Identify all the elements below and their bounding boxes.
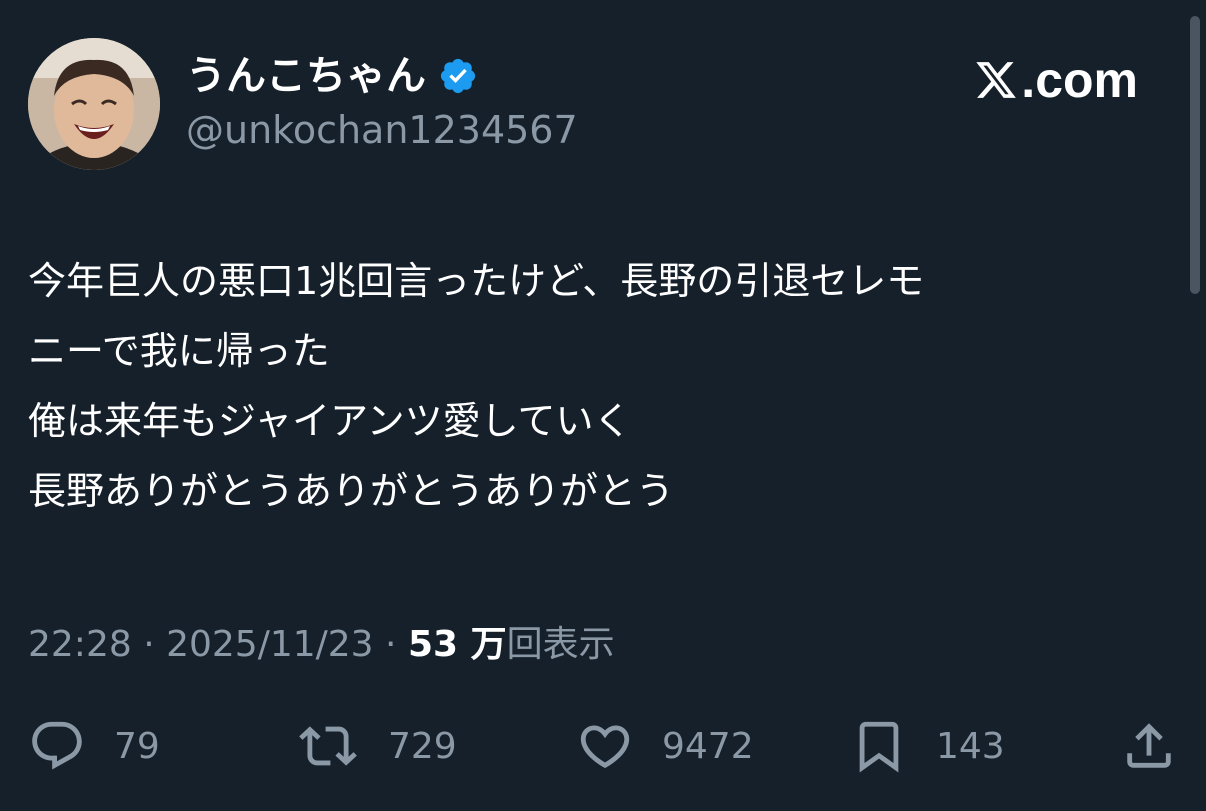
share-button[interactable] bbox=[1120, 716, 1178, 776]
views-label: 回表示 bbox=[506, 624, 615, 665]
avatar-photo-icon bbox=[28, 38, 160, 170]
post-text-line: ニーで我に帰った bbox=[28, 329, 330, 373]
x-com-logo: .com bbox=[973, 52, 1138, 108]
post-date[interactable]: 2025/11/23 bbox=[166, 624, 374, 665]
tweet-card: うんこちゃん @unkochan1234567 .com 今年巨人の悪口1兆回言… bbox=[0, 0, 1206, 811]
display-name-text: うんこちゃん bbox=[186, 53, 426, 99]
views-count[interactable]: 53 万 bbox=[408, 624, 507, 665]
meta-separator: · bbox=[373, 624, 408, 665]
post-text-line: 長野ありがとうありがとうありがとう bbox=[28, 469, 675, 513]
bookmark-count: 143 bbox=[936, 725, 1005, 767]
share-icon bbox=[1127, 723, 1171, 768]
bookmark-button[interactable]: 143 bbox=[850, 716, 1005, 776]
meta-separator: · bbox=[131, 624, 167, 665]
like-count: 9472 bbox=[662, 725, 754, 767]
post-text-line: 俺は来年もジャイアンツ愛していく bbox=[28, 399, 632, 443]
x-logo-domain: .com bbox=[1021, 52, 1138, 108]
post-text-line: 今年巨人の悪口1兆回言ったけど、長野の引退セレモ bbox=[28, 259, 925, 303]
repost-count: 729 bbox=[388, 725, 457, 767]
reply-count: 79 bbox=[114, 725, 160, 767]
post-meta: 22:28 · 2025/11/23 · 53 万回表示 bbox=[28, 620, 615, 670]
heart-icon bbox=[580, 725, 630, 769]
post-time[interactable]: 22:28 bbox=[28, 624, 132, 665]
repost-icon bbox=[299, 726, 357, 766]
reply-icon bbox=[32, 721, 82, 770]
repost-button[interactable]: 729 bbox=[296, 716, 457, 776]
scrollbar[interactable] bbox=[1190, 16, 1200, 294]
display-name[interactable]: うんこちゃん bbox=[186, 50, 478, 102]
action-bar: 79 729 9472 143 bbox=[28, 716, 1178, 776]
verified-badge-icon bbox=[438, 56, 478, 96]
post-text: 今年巨人の悪口1兆回言ったけど、長野の引退セレモ ニーで我に帰った 俺は来年もジ… bbox=[28, 246, 1168, 526]
like-button[interactable]: 9472 bbox=[576, 716, 754, 776]
reply-button[interactable]: 79 bbox=[28, 716, 160, 776]
x-logo-icon bbox=[976, 62, 1017, 98]
user-handle[interactable]: @unkochan1234567 bbox=[186, 106, 578, 154]
bookmark-icon bbox=[859, 721, 899, 773]
avatar[interactable] bbox=[28, 38, 160, 170]
